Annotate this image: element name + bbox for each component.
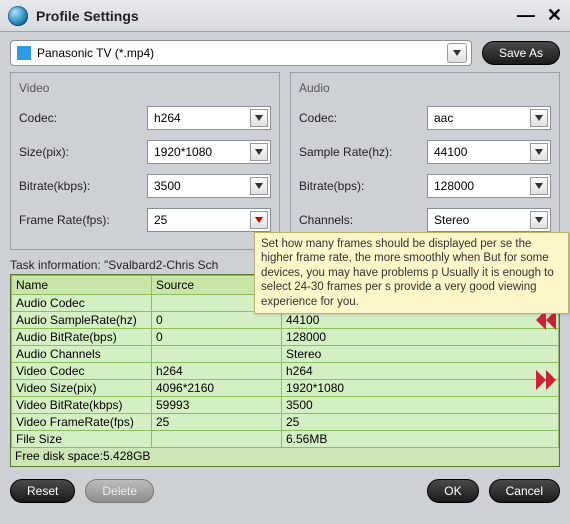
table-row: Audio BitRate(bps)0128000 [12, 329, 559, 346]
tv-icon [17, 46, 31, 60]
table-row: Video BitRate(kbps)599933500 [12, 397, 559, 414]
video-title: Video [19, 81, 271, 95]
video-bitrate-label: Bitrate(kbps): [19, 179, 147, 193]
cancel-button[interactable]: Cancel [489, 479, 560, 503]
video-codec-label: Codec: [19, 111, 147, 125]
chevron-down-icon[interactable] [530, 211, 548, 229]
th-name: Name [12, 276, 152, 295]
audio-ch-select[interactable]: Stereo [427, 208, 551, 232]
video-size-select[interactable]: 1920*1080 [147, 140, 271, 164]
chevron-down-icon[interactable] [250, 109, 268, 127]
table-row: Video Size(pix)4096*21601920*1080 [12, 380, 559, 397]
chevron-down-icon[interactable] [447, 43, 467, 63]
chevron-down-icon[interactable] [250, 211, 268, 229]
app-icon [8, 6, 28, 26]
profile-select-value: Panasonic TV (*.mp4) [37, 46, 447, 60]
table-row: Video FrameRate(fps)2525 [12, 414, 559, 431]
ok-button[interactable]: OK [427, 479, 478, 503]
delete-button[interactable]: Delete [85, 479, 154, 503]
fps-tooltip: Set how many frames should be displayed … [254, 232, 569, 314]
video-fps-select[interactable]: 25 [147, 208, 271, 232]
audio-sr-select[interactable]: 44100 [427, 140, 551, 164]
close-button[interactable]: ✕ [547, 5, 562, 26]
title-bar: Profile Settings — ✕ [0, 0, 570, 32]
audio-bitrate-select[interactable]: 128000 [427, 174, 551, 198]
next-task-button[interactable] [534, 370, 558, 390]
chevron-down-icon[interactable] [530, 109, 548, 127]
video-panel: Video Codec: h264 Size(pix): 1920*1080 B… [10, 72, 280, 250]
video-size-label: Size(pix): [19, 145, 147, 159]
table-row: Audio SampleRate(hz)044100 [12, 312, 559, 329]
audio-ch-label: Channels: [299, 213, 427, 227]
audio-title: Audio [299, 81, 551, 95]
reset-button[interactable]: Reset [10, 479, 75, 503]
audio-sr-label: Sample Rate(hz): [299, 145, 427, 159]
free-disk-space: Free disk space:5.428GB [11, 448, 559, 466]
video-codec-select[interactable]: h264 [147, 106, 271, 130]
audio-codec-select[interactable]: aac [427, 106, 551, 130]
profile-select[interactable]: Panasonic TV (*.mp4) [10, 40, 472, 66]
save-as-button[interactable]: Save As [482, 41, 560, 65]
audio-bitrate-label: Bitrate(bps): [299, 179, 427, 193]
chevron-down-icon[interactable] [250, 143, 268, 161]
chevron-down-icon[interactable] [530, 143, 548, 161]
table-row: File Size6.56MB [12, 431, 559, 448]
video-fps-label: Frame Rate(fps): [19, 213, 147, 227]
audio-codec-label: Codec: [299, 111, 427, 125]
window-title: Profile Settings [36, 8, 517, 24]
chevron-down-icon[interactable] [250, 177, 268, 195]
video-bitrate-select[interactable]: 3500 [147, 174, 271, 198]
table-row: Audio ChannelsStereo [12, 346, 559, 363]
chevron-down-icon[interactable] [530, 177, 548, 195]
table-row: Video Codech264h264 [12, 363, 559, 380]
minimize-button[interactable]: — [517, 5, 535, 26]
audio-panel: Audio Codec: aac Sample Rate(hz): 44100 … [290, 72, 560, 250]
